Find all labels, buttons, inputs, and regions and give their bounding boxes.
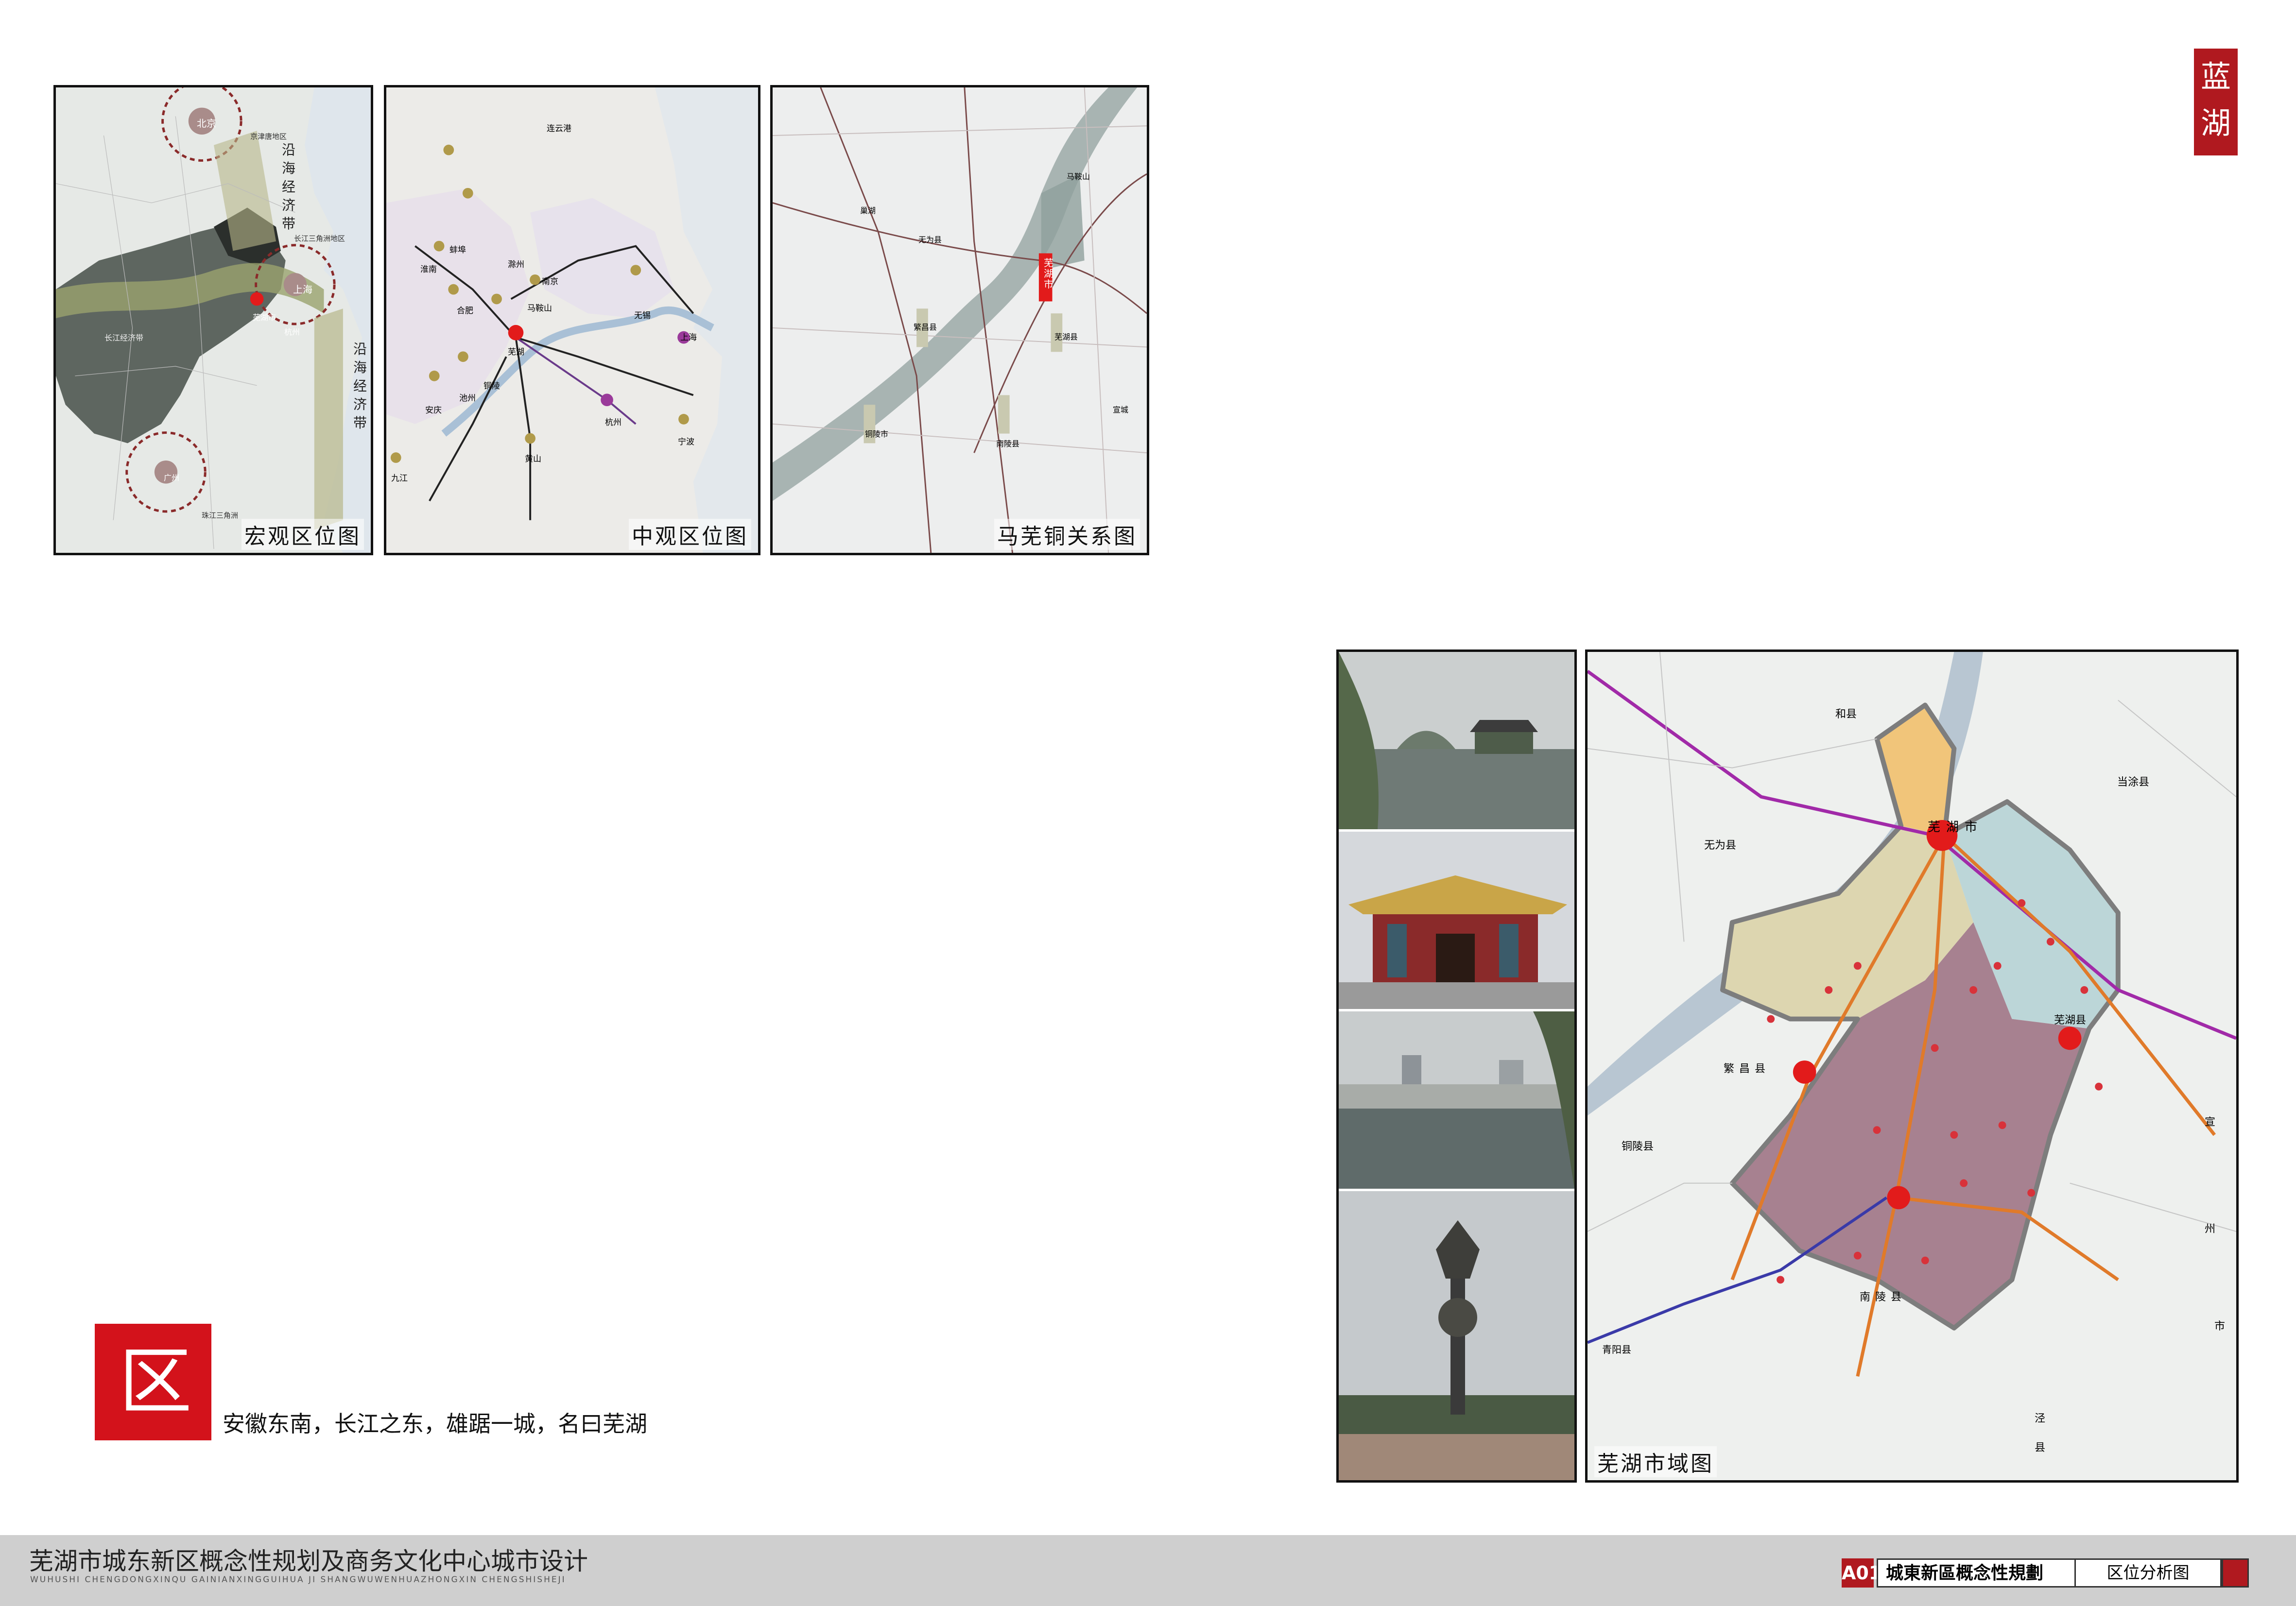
section-tagline: 安徽东南，长江之东，雄踞一城，名曰芜湖 [223, 1411, 647, 1437]
label-ningbo: 宁波 [678, 437, 694, 447]
label-anqing: 安庆 [425, 406, 442, 415]
sheet-code: A01 [1842, 1558, 1882, 1588]
macro-map-graphic [56, 87, 371, 553]
label-chuzhou: 滁州 [508, 260, 524, 270]
matw-map-caption: 马芜铜关系图 [994, 519, 1140, 550]
label-hangzhou-meso: 杭州 [605, 418, 621, 427]
label-nanjing: 南京 [542, 277, 558, 287]
macro-location-map[interactable]: 北京 京津唐地区 长江三角洲地区 上海 芜湖市 杭州 长江经济带 广州 珠江三角… [53, 85, 373, 555]
label-chaohu-matw: 巢湖 [860, 206, 876, 215]
label-wuhu-county-city: 芜湖县 [2054, 1014, 2087, 1026]
matw-map-graphic [773, 87, 1147, 553]
label-nanling-city: 南陵县 [1860, 1291, 1907, 1303]
brand-seal: 蓝湖 [2194, 49, 2238, 155]
label-shanghai: 上海 [293, 284, 312, 295]
plan-name: 城東新區概念性規劃 [1877, 1558, 2076, 1588]
label-wuhu-meso: 芜湖 [508, 347, 524, 357]
label-chizhou: 池州 [459, 393, 476, 403]
label-xian: 县 [2035, 1442, 2046, 1454]
coast-belt-text: 沿海经济带 [353, 341, 367, 431]
sculpture-plaza-photo [1339, 1191, 1574, 1480]
label-wuwei-matw: 无为县 [918, 235, 942, 244]
sheet-name: 区位分析图 [2076, 1558, 2222, 1588]
meso-location-map[interactable]: 连云港 南京 合肥 蚌埠 淮南 滁州 马鞍山 芜湖 无锡 上海 铜陵 池州 安庆… [384, 85, 760, 555]
label-bengbu: 蚌埠 [449, 245, 466, 255]
label-jiujiang: 九江 [391, 474, 408, 483]
label-pearl-delta: 珠江三角洲 [202, 511, 239, 520]
label-qingyang: 青阳县 [1602, 1344, 1631, 1355]
lake-pavilion-photo [1339, 652, 1574, 829]
label-nanling-matw: 南陵县 [996, 439, 1020, 448]
meso-map-graphic [386, 87, 758, 553]
label-guangzhou: 广州 [164, 473, 180, 482]
label-tongling-meso: 铜陵 [483, 381, 500, 391]
label-xuan: 宣 [2205, 1116, 2216, 1128]
label-wuwei-city: 无为县 [1704, 839, 1737, 852]
label-dangtu: 当涂县 [2117, 776, 2150, 788]
label-wuhu-county-matw: 芜湖县 [1054, 332, 1078, 342]
label-tianjin: 京津唐地区 [250, 132, 287, 141]
label-fanchang-city: 繁昌县 [1724, 1063, 1771, 1075]
temple-photo [1339, 832, 1574, 1009]
coast-belt-text-north: 沿海经济带 [282, 142, 296, 232]
label-yangtze-delta: 长江三角洲地区 [294, 234, 345, 243]
label-shi: 市 [2214, 1320, 2226, 1333]
label-shanghai-meso: 上海 [680, 333, 697, 342]
waterfront-city-photo [1339, 1011, 1574, 1189]
label-jing: 泾 [2035, 1413, 2046, 1425]
label-tongling-matw: 铜陵市 [865, 429, 889, 439]
maanshan-wuhu-tongling-map[interactable]: 芜湖市 马鞍山 铜陵市 繁昌县 南陵县 芜湖县 无为县 宣城 巢湖 马芜铜关系图 [770, 85, 1149, 555]
project-pinyin: WUHUSHI CHENGDONGXINQU GAINIANXINGGUIHUA… [30, 1575, 566, 1585]
label-wuxi: 无锡 [634, 311, 651, 321]
macro-map-caption: 宏观区位图 [242, 519, 364, 550]
photo-strip [1336, 649, 1577, 1483]
label-maanshan-matw: 马鞍山 [1067, 172, 1090, 181]
footer-bar: 芜湖市城东新区概念性规划及商务文化中心城市设计 WUHUSHI CHENGDON… [0, 1535, 2296, 1606]
label-yangtze-econ: 长江经济带 [104, 333, 144, 342]
label-xuancheng-matw: 宣城 [1113, 405, 1129, 414]
project-title: 芜湖市城东新区概念性规划及商务文化中心城市设计 [29, 1547, 588, 1575]
city-map-caption: 芜湖市域图 [1594, 1446, 1717, 1477]
section-mark: 区位 [95, 1324, 211, 1541]
meso-map-caption: 中观区位图 [629, 519, 751, 550]
label-he-county: 和县 [1835, 708, 1857, 720]
wuhu-city-region-map[interactable]: 芜湖市 无为县 和县 当涂县 繁昌县 芜湖县 南陵县 铜陵县 青阳县 宣 州 市… [1585, 649, 2239, 1483]
label-huainan: 淮南 [420, 265, 437, 274]
label-wuhu-macro: 芜湖市 [253, 313, 276, 322]
label-huangshan: 黄山 [525, 454, 541, 464]
label-maanshan: 马鞍山 [527, 304, 552, 313]
footer-color-swatch [2222, 1558, 2249, 1588]
label-beijing: 北京 [197, 118, 216, 129]
label-hangzhou-macro: 杭州 [284, 327, 300, 337]
label-fanchang-matw: 繁昌县 [914, 323, 937, 332]
label-wuhu-matw: 芜湖市 [1044, 257, 1053, 290]
label-tongling-county: 铜陵县 [1622, 1141, 1654, 1153]
label-wuhu-city: 芜湖市 [1928, 820, 1984, 835]
label-lianyungang: 连云港 [547, 124, 571, 134]
label-zhou: 州 [2205, 1223, 2216, 1235]
label-hefei: 合肥 [457, 306, 473, 316]
